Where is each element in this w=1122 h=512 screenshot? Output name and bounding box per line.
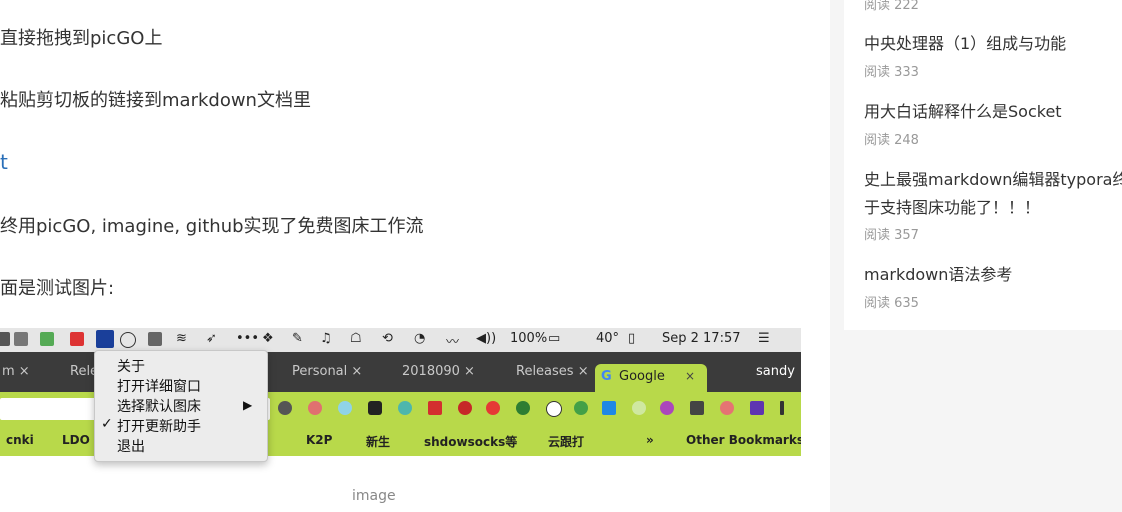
menu-item-update-helper[interactable]: 打开更新助手	[117, 416, 201, 436]
dropbox-icon: ❖	[262, 331, 274, 346]
bank-icon	[148, 332, 162, 346]
browser-tab[interactable]: Releases ×	[516, 364, 589, 379]
browser-tab[interactable]: Personal ×	[292, 364, 362, 379]
menu-item-open-window[interactable]: 打开详细窗口	[117, 376, 201, 396]
app-icon: ☖	[350, 331, 362, 346]
browser-tab-active[interactable]: G Google ×	[595, 364, 707, 392]
phone-icon: ▯	[628, 331, 636, 346]
app-icon	[40, 332, 54, 346]
bookmark-item[interactable]: 新生	[366, 433, 390, 450]
bookmarks-overflow[interactable]: »	[646, 433, 654, 447]
bookmark-folder[interactable]: Other Bookmarks	[686, 433, 801, 447]
extension-icon[interactable]	[458, 401, 472, 415]
profile-name[interactable]: sandy	[756, 364, 795, 379]
close-tab-icon[interactable]: ×	[685, 369, 695, 383]
sidebar: 阅读 222 中央处理器（1）组成与功能 阅读 333 用大白话解释什么是Soc…	[830, 0, 1122, 512]
extension-icon[interactable]	[368, 401, 382, 415]
post-title-link[interactable]: 史上最强markdown编辑器typora终	[864, 166, 1122, 190]
download-icon[interactable]	[690, 401, 704, 415]
post-title-link[interactable]: 用大白话解释什么是Socket	[864, 98, 1062, 122]
pencil-icon	[120, 332, 136, 348]
mac-menubar: ≋ ➶ ••• ❖ ✎ ♫ ☖ ⟲ ◔ 〰 ◀)) 100% ▭ 40° ▯ S…	[0, 328, 801, 352]
bookmark-item[interactable]: K2P	[306, 433, 332, 447]
volume-icon: ◀))	[476, 331, 497, 346]
post-title-link[interactable]: 中央处理器（1）组成与功能	[864, 30, 1066, 54]
paragraph-drag-to-picgo: 直接拖拽到picGO上	[0, 28, 163, 49]
time-machine-icon: ⟲	[382, 331, 393, 346]
extension-icon[interactable]	[308, 401, 322, 415]
extension-icon[interactable]	[428, 401, 442, 415]
article-content: 直接拖拽到picGO上 粘贴剪切板的链接到markdown文档里 t 终用pic…	[0, 0, 830, 512]
google-icon: G	[601, 369, 612, 384]
submenu-arrow-icon: ▶	[243, 398, 253, 412]
post-read-count: 阅读 635	[864, 296, 919, 311]
app-icon: ♫	[320, 331, 332, 346]
post-title-link-line2[interactable]: 于支持图床功能了！！！	[864, 194, 1040, 218]
checkmark-icon: ✓	[101, 416, 113, 432]
post-read-count: 阅读 222	[864, 0, 919, 13]
extension-icon[interactable]	[338, 401, 352, 415]
extension-icon[interactable]	[602, 401, 616, 415]
battery-icon: ▭	[548, 331, 561, 346]
kebab-menu-icon[interactable]	[780, 401, 784, 415]
picgo-icon[interactable]	[96, 330, 114, 348]
app-icon	[14, 332, 28, 346]
extension-icon[interactable]	[750, 401, 764, 415]
post-title-link[interactable]: markdown语法参考	[864, 261, 1012, 285]
bookmark-item[interactable]: LDO	[62, 433, 90, 447]
extension-icon[interactable]	[278, 401, 292, 415]
menu-icon: ☰	[758, 331, 770, 346]
bookmark-folder[interactable]: shdowsocks等	[424, 433, 517, 450]
clock-label: Sep 2 17:57	[662, 331, 741, 346]
picgo-dropdown-menu: 关于 打开详细窗口 选择默认图床 ▶ ✓ 打开更新助手 退出	[94, 350, 268, 462]
app-icon	[0, 332, 10, 346]
extension-icon[interactable]	[660, 401, 674, 415]
extension-icon[interactable]	[398, 401, 412, 415]
active-tab-label: Google	[619, 369, 665, 384]
browser-tab[interactable]: m ×	[2, 364, 30, 379]
menu-item-quit[interactable]: 退出	[117, 436, 145, 456]
temperature-label: 40°	[596, 331, 620, 346]
extension-icon[interactable]	[632, 401, 646, 415]
activity-icon: 〰	[446, 335, 460, 350]
extension-icon[interactable]	[516, 401, 530, 415]
related-posts-card: 阅读 222 中央处理器（1）组成与功能 阅读 333 用大白话解释什么是Soc…	[844, 0, 1122, 330]
image-caption: image	[352, 488, 396, 504]
paragraph-workflow: 终用picGO, imagine, github实现了免费图床工作流	[0, 216, 424, 237]
extension-icon[interactable]	[546, 401, 562, 417]
extension-icon[interactable]	[720, 401, 734, 415]
bookmark-item[interactable]: cnki	[6, 433, 34, 447]
more-icon: •••	[236, 331, 260, 346]
post-read-count: 阅读 248	[864, 133, 919, 148]
paragraph-paste-link: 粘贴剪切板的链接到markdown文档里	[0, 90, 311, 111]
post-read-count: 阅读 357	[864, 228, 919, 243]
wifi-icon: ≋	[176, 331, 187, 346]
section-heading: t	[0, 150, 8, 174]
app-icon	[70, 332, 84, 346]
menu-item-about[interactable]: 关于	[117, 356, 145, 376]
post-read-count: 阅读 333	[864, 65, 919, 80]
battery-label: 100%	[510, 331, 548, 346]
extension-icon[interactable]	[486, 401, 500, 415]
app-icon: ✎	[292, 331, 303, 346]
browser-tab[interactable]: 2018090 ×	[402, 364, 475, 379]
extension-icon[interactable]	[574, 401, 588, 415]
paragraph-test-image: 面是测试图片:	[0, 278, 115, 299]
menu-item-default-host[interactable]: 选择默认图床	[117, 396, 201, 416]
bookmark-folder[interactable]: 云跟打	[548, 433, 584, 450]
timer-icon: ◔	[414, 331, 426, 346]
send-icon: ➶	[206, 331, 217, 346]
